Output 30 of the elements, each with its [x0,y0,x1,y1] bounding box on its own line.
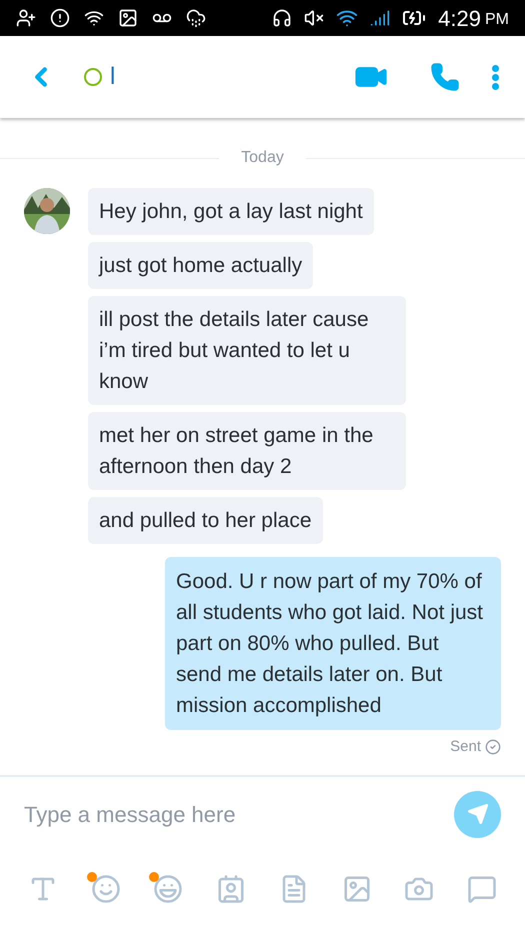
message-bubble: and pulled to her place [88,497,322,544]
video-message-icon[interactable] [466,874,497,904]
picture-icon[interactable] [342,874,372,904]
sent-check-icon [485,739,501,756]
message-bubble: just got home actually [88,242,314,289]
message-bubble: ill post the details later cause i’m tired but wanted to let u know [88,296,406,405]
picture-icon [118,8,138,28]
clock-time: 4:29 [438,4,481,32]
clock-meridiem: PM [485,10,509,30]
user-add-icon [16,8,36,28]
contact-name[interactable]: l [110,59,354,95]
headphones-icon [272,8,292,28]
message-bubble: met her on street game in the afternoon then day 2 [88,412,406,490]
message-bubble: Good. U r now part of my 70% of all students who got laid. Not just part on 80% who pulled. But send me details later on. But mission accomplished [165,557,501,730]
signal-icon [370,8,390,28]
more-button[interactable] [492,64,499,90]
alert-icon [50,8,70,28]
sent-status: Sent [450,737,481,757]
date-divider: Today [240,148,285,168]
message-input[interactable]: Type a message here [24,798,454,830]
send-icon [466,803,488,825]
message-bubble: Hey john, got a lay last night [88,188,374,235]
call-button[interactable] [430,62,460,92]
phone-icon [430,62,460,92]
rain-cloud-icon [186,8,206,28]
contact-card-icon[interactable] [216,874,246,904]
more-icon [492,64,499,90]
send-button[interactable] [454,790,501,838]
presence-icon [84,68,102,86]
mute-icon [304,8,324,28]
